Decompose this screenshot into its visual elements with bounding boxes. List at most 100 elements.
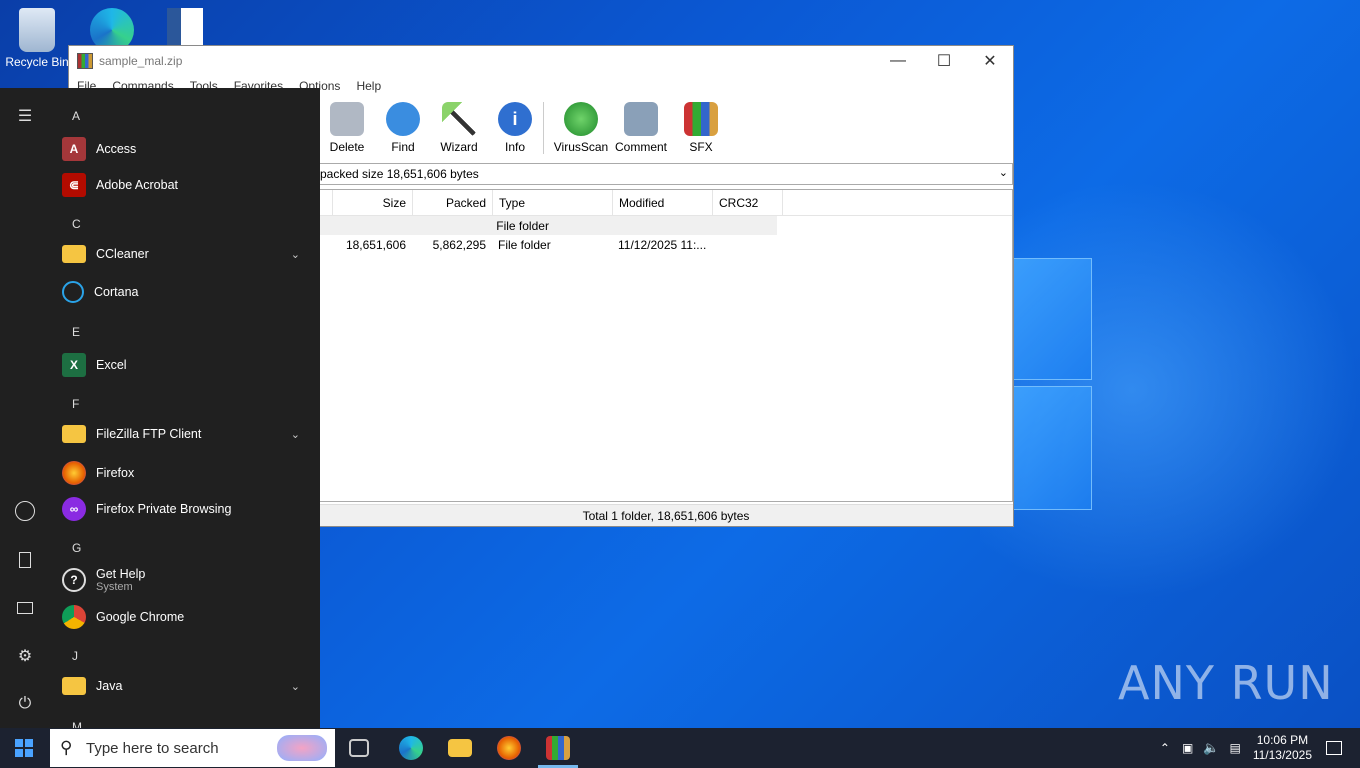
app-filezilla[interactable]: FileZilla FTP Client ⌄	[62, 425, 312, 443]
address-bar[interactable]: packed size 18,651,606 bytes ⌄	[319, 163, 1013, 185]
folder-icon	[62, 425, 86, 443]
magnifier-icon	[386, 102, 420, 136]
virusscan-button[interactable]: VirusScan	[553, 98, 609, 158]
settings-gear-icon[interactable]: ⚙	[15, 646, 35, 666]
window-controls: — ☐ ✕	[875, 46, 1013, 76]
app-get-help[interactable]: ? Get Help System	[62, 567, 312, 593]
app-cortana[interactable]: Cortana	[62, 281, 312, 303]
column-header-size[interactable]: Size	[333, 190, 413, 215]
column-header-packed[interactable]: Packed	[413, 190, 493, 215]
notification-icon[interactable]	[1326, 741, 1342, 755]
hamburger-menu-icon[interactable]: ☰	[15, 106, 35, 126]
firefox-icon	[62, 461, 86, 485]
toolbar-label: Comment	[614, 140, 667, 154]
edge-taskbar-icon[interactable]	[399, 736, 423, 760]
wizard-button[interactable]: Wizard	[431, 98, 487, 158]
close-button[interactable]: ✕	[967, 46, 1013, 76]
find-button[interactable]: Find	[375, 98, 431, 158]
app-adobe-acrobat[interactable]: ⋐ Adobe Acrobat	[62, 173, 312, 197]
watermark: ANY RUN	[1118, 656, 1334, 710]
cell-type: File folder	[498, 237, 551, 252]
winrar-taskbar-icon[interactable]	[546, 736, 570, 760]
comment-icon	[624, 102, 658, 136]
power-icon[interactable]: ⏻	[15, 694, 35, 714]
virus-scan-icon	[564, 102, 598, 136]
pictures-icon[interactable]	[15, 598, 35, 618]
section-letter[interactable]: C	[72, 217, 81, 231]
info-icon: i	[498, 102, 532, 136]
app-label: CCleaner	[96, 247, 149, 261]
app-firefox-private[interactable]: ∞ Firefox Private Browsing	[62, 497, 312, 521]
app-excel[interactable]: X Excel	[62, 353, 312, 377]
clock[interactable]: 10:06 PM 11/13/2025	[1253, 733, 1312, 763]
section-letter[interactable]: F	[72, 397, 79, 411]
toolbar-label: SFX	[689, 140, 713, 154]
app-java[interactable]: Java ⌄	[62, 677, 312, 695]
start-button[interactable]	[0, 728, 48, 768]
file-explorer-icon[interactable]	[448, 739, 472, 757]
app-access[interactable]: A Access	[62, 137, 312, 161]
cell-modified: 11/12/2025 11:...	[618, 237, 707, 252]
chevron-down-icon[interactable]: ⌄	[999, 166, 1008, 179]
firefox-taskbar-icon[interactable]	[497, 736, 521, 760]
maximize-button[interactable]: ☐	[921, 46, 967, 76]
toolbar-separator	[543, 102, 553, 154]
section-letter[interactable]: J	[72, 649, 78, 663]
sfx-button[interactable]: SFX	[673, 98, 729, 158]
minimize-button[interactable]: —	[875, 46, 921, 76]
recycle-bin-icon	[19, 8, 55, 52]
section-letter[interactable]: M	[72, 720, 82, 728]
chrome-icon	[62, 605, 86, 629]
app-sublabel: System	[96, 581, 133, 593]
cell-packed	[411, 216, 490, 235]
table-row[interactable]: File folder	[320, 216, 777, 235]
app-ccleaner[interactable]: CCleaner ⌄	[62, 245, 312, 263]
column-header-name[interactable]	[320, 190, 333, 215]
start-menu: ☰ ⚙ ⏻ A A Access ⋐ Adobe Acrobat C CClea…	[0, 88, 320, 728]
volume-icon[interactable]: 🔈	[1203, 740, 1219, 756]
info-button[interactable]: i Info	[487, 98, 543, 158]
app-google-chrome[interactable]: Google Chrome	[62, 605, 312, 629]
sfx-box-icon	[684, 102, 718, 136]
documents-icon[interactable]	[15, 550, 35, 570]
wand-icon	[442, 102, 476, 136]
search-icon: ⚲	[60, 738, 73, 757]
chevron-up-icon[interactable]: ⌃	[1160, 741, 1170, 755]
menu-help[interactable]: Help	[356, 79, 381, 93]
section-letter[interactable]: G	[72, 541, 81, 555]
table-row[interactable]: 18,651,606 5,862,295 File folder 11/12/2…	[320, 235, 1012, 254]
search-box[interactable]: ⚲ Type here to search	[50, 729, 335, 767]
column-header-crc32[interactable]: CRC32	[713, 190, 783, 215]
app-label: Access	[96, 142, 137, 156]
app-label: Get Help	[96, 567, 146, 581]
system-tray: ⌃ ▣ 🔈 ▤ 10:06 PM 11/13/2025	[1160, 728, 1360, 768]
comment-button[interactable]: Comment	[609, 98, 673, 158]
cell-type: File folder	[496, 218, 549, 233]
chevron-down-icon[interactable]: ⌄	[291, 680, 300, 693]
chevron-down-icon[interactable]: ⌄	[291, 248, 300, 261]
desktop-icon-recycle-bin[interactable]: Recycle Bin	[2, 2, 72, 69]
wallpaper-pane	[1012, 386, 1092, 510]
windows-logo-icon	[15, 739, 33, 757]
cortana-icon	[62, 281, 84, 303]
clock-date: 11/13/2025	[1252, 748, 1312, 762]
column-header-type[interactable]: Type	[493, 190, 613, 215]
section-letter[interactable]: A	[72, 109, 80, 123]
app-label-group: Get Help System	[96, 567, 145, 593]
toolbar-label: VirusScan	[553, 140, 609, 154]
user-account-icon[interactable]	[15, 501, 35, 521]
toolbar-label: Wizard	[440, 140, 478, 154]
taskbar: ⚲ Type here to search ⌃ ▣ 🔈 ▤ 10:06 PM 1…	[0, 728, 1360, 768]
app-label: Google Chrome	[96, 610, 185, 624]
column-header-modified[interactable]: Modified	[613, 190, 713, 215]
section-letter[interactable]: E	[72, 325, 80, 339]
excel-icon: X	[62, 353, 86, 377]
meet-now-icon[interactable]: ▣	[1182, 741, 1193, 755]
network-icon[interactable]: ▤	[1229, 741, 1240, 755]
task-view-icon[interactable]	[349, 739, 369, 757]
trash-icon	[330, 102, 364, 136]
chevron-down-icon[interactable]: ⌄	[291, 428, 300, 441]
delete-button[interactable]: Delete	[319, 98, 375, 158]
cell-modified	[609, 216, 708, 235]
app-firefox[interactable]: Firefox	[62, 461, 312, 485]
